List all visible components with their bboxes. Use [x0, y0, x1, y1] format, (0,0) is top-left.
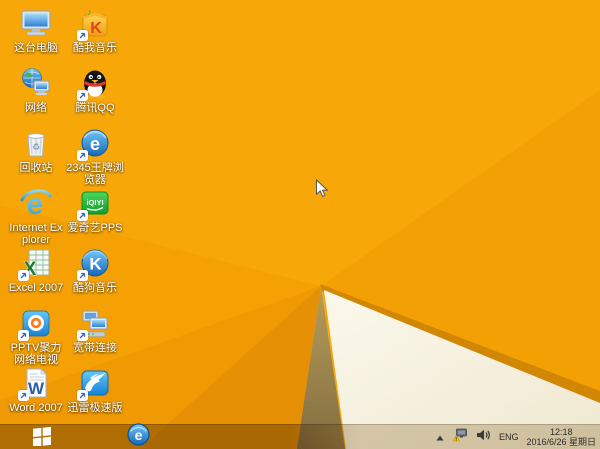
show-hidden-icons-chevron[interactable]	[436, 428, 444, 446]
shortcut-arrow-icon	[18, 330, 29, 341]
svg-text:K: K	[89, 255, 102, 274]
svg-text:♪: ♪	[87, 7, 92, 17]
windows-logo-icon	[31, 424, 53, 449]
desktop-icon-network[interactable]: 网络	[7, 66, 65, 126]
desktop-icon-kugou-music[interactable]: K 酷狗音乐	[66, 246, 124, 306]
start-button[interactable]	[26, 425, 58, 449]
tray-clock[interactable]: 12:18 2016/6/26 星期日	[526, 427, 596, 447]
browser-e-icon: e	[126, 423, 150, 449]
desktop-icon-column-1: 这台电脑 网络 ♻ 回收站 e Internet Explorer X Exce…	[7, 6, 65, 426]
icon-label: 腾讯QQ	[75, 102, 115, 114]
windows-desktop: 这台电脑 网络 ♻ 回收站 e Internet Explorer X Exce…	[0, 0, 600, 449]
icon-label: 爱奇艺PPS	[67, 222, 123, 234]
taskbar: e ENG 12:18 2016/6/26 星期日	[0, 423, 600, 449]
shortcut-arrow-icon	[77, 210, 88, 221]
network-icon	[19, 66, 53, 100]
desktop-icon-iqiyi-pps[interactable]: iQIYI 爱奇艺PPS	[66, 186, 124, 246]
icon-label: 回收站	[19, 162, 53, 174]
svg-text:K: K	[90, 20, 102, 37]
this-pc-icon	[19, 6, 53, 40]
desktop-icon-2345-browser[interactable]: e 2345王牌浏览器	[66, 126, 124, 186]
system-tray: ENG 12:18 2016/6/26 星期日	[436, 425, 596, 449]
icon-label: Internet Explorer	[9, 222, 63, 246]
desktop-icon-word-2007[interactable]: W Word 2007	[7, 366, 65, 426]
network-warning-icon[interactable]	[452, 428, 468, 447]
icon-label: PPTV聚力 网络电视	[10, 342, 62, 366]
language-indicator[interactable]: ENG	[499, 432, 519, 442]
svg-text:e: e	[90, 134, 100, 154]
svg-text:e: e	[134, 427, 142, 443]
shortcut-arrow-icon	[77, 270, 88, 281]
desktop-icon-pptv[interactable]: PPTV聚力 网络电视	[7, 306, 65, 366]
svg-text:W: W	[28, 379, 45, 398]
icon-label: 宽带连接	[73, 342, 117, 354]
icon-label: 酷狗音乐	[73, 282, 117, 294]
desktop-icon-tencent-qq[interactable]: 腾讯QQ	[66, 66, 124, 126]
icon-label: Excel 2007	[8, 282, 64, 294]
volume-icon[interactable]	[476, 428, 491, 446]
desktop-icon-recycle-bin[interactable]: ♻ 回收站	[7, 126, 65, 186]
desktop-icon-broadband-connection[interactable]: 宽带连接	[66, 306, 124, 366]
desktop-icon-xunlei[interactable]: 迅雷极速版	[66, 366, 124, 426]
shortcut-arrow-icon	[18, 270, 29, 281]
shortcut-arrow-icon	[77, 330, 88, 341]
shortcut-arrow-icon	[77, 90, 88, 101]
shortcut-arrow-icon	[77, 390, 88, 401]
icon-label: 2345王牌浏览器	[66, 162, 124, 186]
desktop-icon-column-2: K ♪ 酷我音乐 腾讯QQ e 2345王牌浏览器 iQIYI 爱奇艺PPS K…	[66, 6, 124, 426]
shortcut-arrow-icon	[77, 150, 88, 161]
tray-date: 2016/6/26 星期日	[526, 437, 596, 447]
shortcut-arrow-icon	[77, 30, 88, 41]
icon-label: 迅雷极速版	[67, 402, 123, 414]
tray-time: 12:18	[549, 427, 573, 437]
svg-text:iQIYI: iQIYI	[86, 198, 103, 207]
desktop-icon-internet-explorer[interactable]: e Internet Explorer	[7, 186, 65, 246]
shortcut-arrow-icon	[18, 390, 29, 401]
recycle-bin-icon: ♻	[19, 126, 53, 160]
internet-explorer-icon: e	[19, 186, 53, 220]
icon-label: 网络	[25, 102, 47, 114]
svg-text:♻: ♻	[32, 142, 40, 152]
desktop-icon-excel-2007[interactable]: X Excel 2007	[7, 246, 65, 306]
taskbar-browser-button[interactable]: e	[122, 423, 154, 449]
icon-label: 酷我音乐	[73, 42, 117, 54]
desktop-icon-kuwo-music[interactable]: K ♪ 酷我音乐	[66, 6, 124, 66]
icon-label: 这台电脑	[14, 42, 58, 54]
desktop-icon-this-pc[interactable]: 这台电脑	[7, 6, 65, 66]
icon-label: Word 2007	[9, 402, 63, 414]
